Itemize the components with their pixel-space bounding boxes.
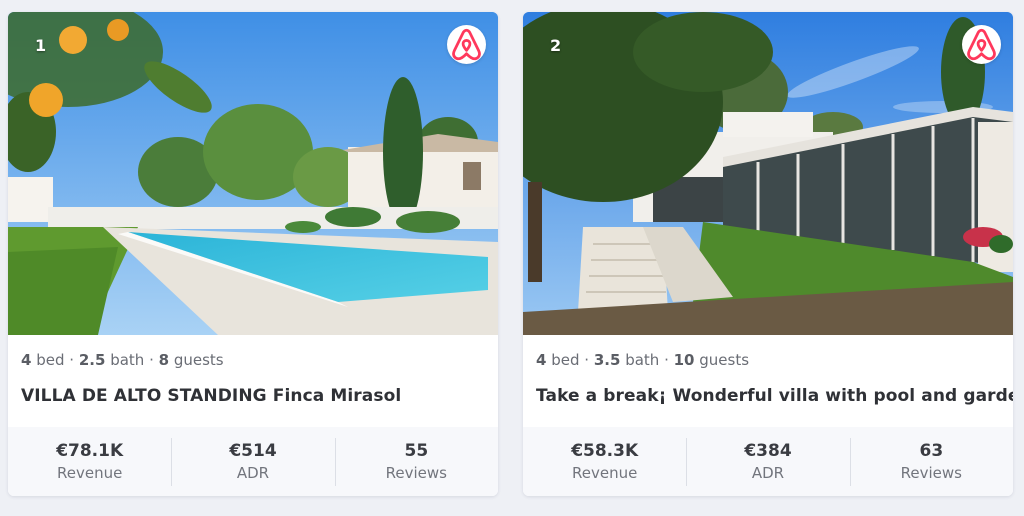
listing-specs: 4 bed · 2.5 bath · 8 guests [21,351,224,369]
revenue-value: €58.3K [571,440,639,461]
rank-number: 1 [35,36,47,55]
listing-stats: €78.1K Revenue €514 ADR 55 Reviews [8,427,498,496]
airbnb-icon[interactable] [962,25,1001,64]
guest-label: guests [699,351,750,369]
listing-title[interactable]: VILLA DE ALTO STANDING Finca Mirasol [21,386,488,406]
listing-specs: 4 bed · 3.5 bath · 10 guests [536,351,750,369]
revenue-value: €78.1K [56,440,124,461]
adr-value: €514 [229,440,277,461]
reviews-label: Reviews [900,463,962,482]
revenue-label: Revenue [572,463,638,482]
reviews-stat: 63 Reviews [849,437,1013,486]
listing-card-1[interactable]: 1 4 bed · 2.5 bath · 8 guests VILLA DE A… [8,12,498,496]
reviews-label: Reviews [385,463,447,482]
listing-card-2[interactable]: 2 4 bed · 3.5 bath · 10 guests Take a br… [523,12,1013,496]
revenue-stat: €78.1K Revenue [8,438,171,486]
villa-garden-photo [523,12,1013,335]
bath-label: bath [625,351,660,369]
villa-pool-photo [8,12,498,335]
adr-value: €384 [744,440,792,461]
bed-label: bed [551,351,580,369]
adr-stat: €514 ADR [171,437,334,486]
bath-label: bath [110,351,145,369]
revenue-stat: €58.3K Revenue [523,438,686,486]
bed-count: 4 [21,351,32,369]
bed-label: bed [36,351,65,369]
guest-count: 8 [158,351,170,369]
listing-title[interactable]: Take a break¡ Wonderful villa with pool … [536,386,1013,406]
airbnb-icon[interactable] [447,25,486,64]
adr-label: ADR [751,463,785,482]
adr-stat: €384 ADR [686,437,849,486]
guest-label: guests [173,351,224,369]
listing-photo[interactable]: 2 [523,12,1013,335]
reviews-value: 63 [919,440,944,461]
reviews-stat: 55 Reviews [334,437,498,486]
bath-count: 3.5 [593,351,621,369]
revenue-label: Revenue [57,463,123,482]
bed-count: 4 [536,351,547,369]
guest-count: 10 [673,351,695,369]
adr-label: ADR [236,463,270,482]
listing-stats: €58.3K Revenue €384 ADR 63 Reviews [523,427,1013,496]
rank-number: 2 [550,36,562,55]
reviews-value: 55 [404,440,429,461]
bath-count: 2.5 [78,351,106,369]
listing-photo[interactable]: 1 [8,12,498,335]
